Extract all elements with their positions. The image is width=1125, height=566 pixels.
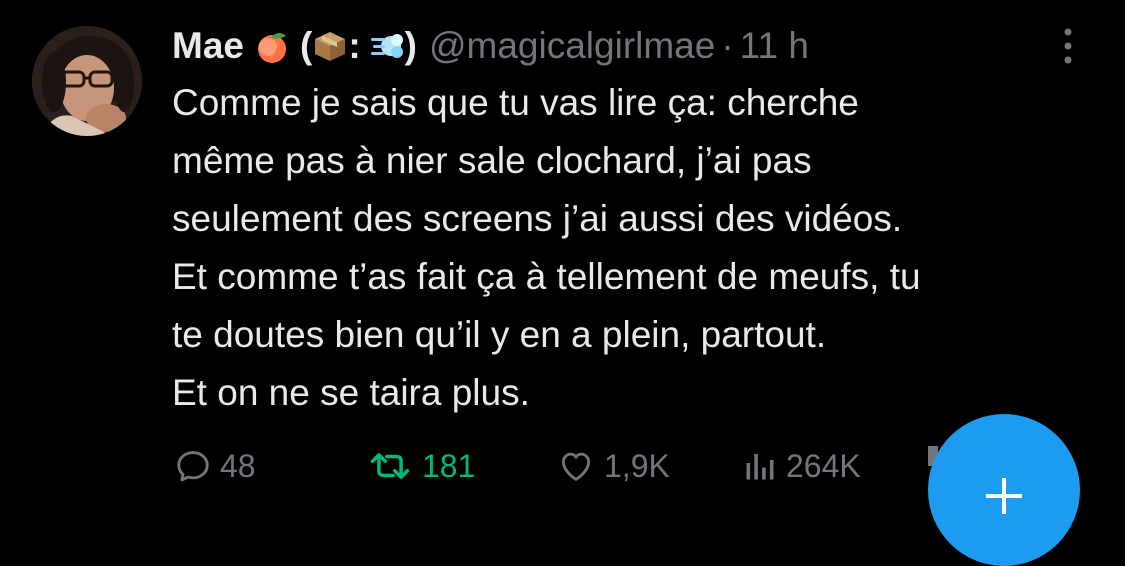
display-name[interactable]: Mae ( :): [172, 25, 417, 67]
tweet-text-line: Comme je sais que tu vas lire ça: cherch…: [172, 82, 859, 123]
reply-count: 48: [220, 447, 256, 484]
avatar[interactable]: [32, 26, 142, 136]
display-name-text: Mae: [172, 25, 244, 66]
name-paren-open: (: [299, 25, 313, 66]
tweet-text-line: Et on ne se taira plus.: [172, 372, 530, 413]
avatar-image: [32, 26, 142, 136]
user-handle[interactable]: @magicalgirlmae: [429, 25, 715, 67]
tweet-text-line: te doutes bien qu’il y en a plein, parto…: [172, 314, 827, 355]
retweet-icon: [370, 453, 410, 479]
tweet-header: Mae ( :) @magicalgirlmae · 11 h: [172, 22, 809, 70]
tweet-text-line: même pas à nier sale clochard, j’ai pas: [172, 140, 812, 181]
compose-tweet-button[interactable]: [928, 414, 1080, 566]
name-paren-close: ): [404, 25, 417, 66]
dash-emoji: [369, 28, 405, 64]
tweet-text-line: seulement des screens j’ai aussi des vid…: [172, 198, 903, 239]
retweet-button[interactable]: 181: [366, 440, 475, 492]
reply-button[interactable]: 48: [174, 440, 256, 492]
peach-emoji: [254, 28, 290, 64]
like-button[interactable]: 1,9K: [556, 440, 670, 492]
tweet-timestamp[interactable]: 11 h: [740, 25, 809, 67]
tweet-text: Comme je sais que tu vas lire ça: cherch…: [172, 74, 1092, 422]
like-count: 1,9K: [604, 447, 670, 484]
more-options-button[interactable]: [1050, 24, 1086, 68]
heart-icon: [561, 452, 591, 481]
views-icon: [746, 454, 774, 480]
more-vertical-icon: [1064, 28, 1072, 64]
package-emoji: [312, 28, 348, 64]
retweet-count: 181: [422, 447, 476, 484]
plus-icon: [986, 478, 1022, 514]
name-colon: :: [348, 25, 361, 66]
reply-icon: [177, 451, 209, 482]
views-button[interactable]: 264K: [742, 440, 861, 492]
separator-dot: ·: [721, 25, 734, 66]
tweet[interactable]: Mae ( :) @magicalgirlmae · 11 h Comme j…: [0, 0, 1125, 566]
views-count: 264K: [786, 447, 861, 484]
tweet-text-line: Et comme t’as fait ça à tellement de meu…: [172, 256, 921, 297]
